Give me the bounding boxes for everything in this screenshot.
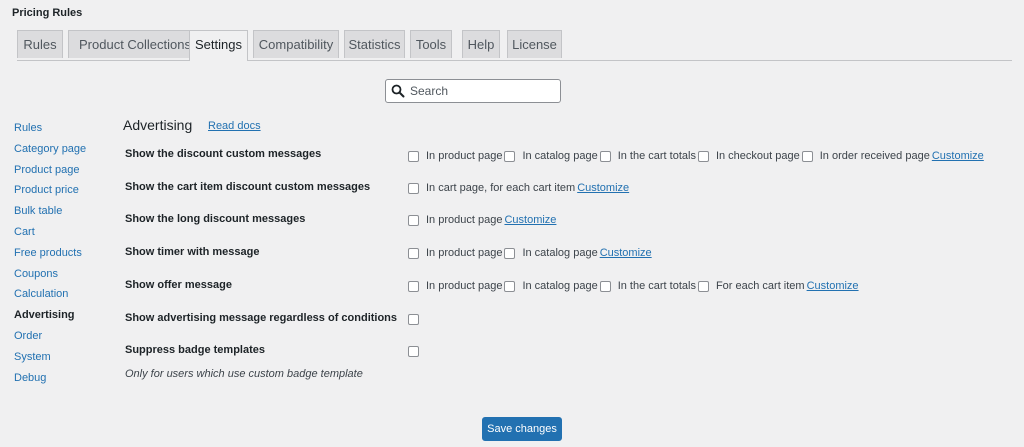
checkbox-catalog-page[interactable] bbox=[504, 150, 516, 162]
sidebar-nav: Rules Category page Product page Product… bbox=[14, 118, 114, 388]
customize-link[interactable]: Customize bbox=[504, 214, 556, 226]
setting-controls-long-discount-messages: In product page Customize bbox=[408, 212, 556, 228]
tab-rules[interactable]: Rules bbox=[17, 30, 63, 58]
tab-statistics[interactable]: Statistics bbox=[344, 30, 405, 58]
checkbox-product-page[interactable] bbox=[408, 150, 419, 162]
setting-label-offer-message: Show offer message bbox=[125, 279, 232, 291]
option-label: In cart page, for each cart item bbox=[426, 182, 576, 194]
sidebar-item-advertising[interactable]: Advertising bbox=[14, 305, 114, 326]
checkbox-advertising-regardless[interactable] bbox=[408, 313, 419, 325]
checkbox-cart-totals[interactable] bbox=[599, 280, 611, 292]
setting-controls-suppress-badge bbox=[408, 343, 426, 359]
sidebar-item-cart[interactable]: Cart bbox=[14, 222, 114, 243]
setting-label-advertising-regardless: Show advertising message regardless of c… bbox=[125, 312, 398, 324]
tab-compatibility[interactable]: Compatibility bbox=[253, 30, 339, 58]
option-label: In product page bbox=[426, 214, 503, 226]
customize-link[interactable]: Customize bbox=[932, 150, 984, 162]
search-box[interactable] bbox=[385, 79, 561, 103]
checkbox-suppress-badge[interactable] bbox=[408, 345, 419, 357]
setting-label-timer-message: Show timer with message bbox=[125, 246, 260, 258]
option-label: In checkout page bbox=[715, 150, 800, 162]
setting-label-cart-item-messages: Show the cart item discount custom messa… bbox=[125, 181, 371, 193]
option-label: In the cart totals bbox=[617, 280, 696, 292]
search-icon bbox=[391, 84, 405, 98]
checkbox-order-received-page[interactable] bbox=[801, 150, 813, 162]
sidebar-item-category-page[interactable]: Category page bbox=[14, 139, 114, 160]
option-label: In catalog page bbox=[522, 247, 598, 259]
checkbox-cart-totals[interactable] bbox=[599, 150, 611, 162]
checkbox-each-cart-item[interactable] bbox=[697, 280, 709, 292]
setting-note-badge: Only for users which use custom badge te… bbox=[125, 368, 363, 380]
sidebar-item-coupons[interactable]: Coupons bbox=[14, 264, 114, 285]
customize-link[interactable]: Customize bbox=[600, 247, 652, 259]
checkbox-product-page[interactable] bbox=[408, 247, 419, 259]
checkbox-checkout-page[interactable] bbox=[697, 150, 709, 162]
sidebar-item-product-price[interactable]: Product price bbox=[14, 180, 114, 201]
setting-controls-discount-messages: In product page In catalog page In the c… bbox=[408, 148, 984, 164]
setting-controls-offer-message: In product page In catalog page In the c… bbox=[408, 278, 859, 294]
sidebar-item-debug[interactable]: Debug bbox=[14, 368, 114, 389]
search-input[interactable] bbox=[410, 82, 556, 100]
section-title: Advertising bbox=[123, 117, 193, 133]
sidebar-item-calculation[interactable]: Calculation bbox=[14, 284, 114, 305]
setting-controls-advertising-regardless bbox=[408, 311, 426, 327]
sidebar-item-free-products[interactable]: Free products bbox=[14, 243, 114, 264]
setting-controls-cart-item-messages: In cart page, for each cart item Customi… bbox=[408, 180, 629, 196]
checkbox-catalog-page[interactable] bbox=[504, 280, 516, 292]
sidebar-item-product-page[interactable]: Product page bbox=[14, 160, 114, 181]
customize-link[interactable]: Customize bbox=[577, 182, 629, 194]
option-label: In product page bbox=[426, 247, 503, 259]
tab-product-collections[interactable]: Product Collections bbox=[68, 30, 202, 58]
tab-license[interactable]: License bbox=[507, 30, 562, 58]
sidebar-item-order[interactable]: Order bbox=[14, 326, 114, 347]
setting-label-suppress-badge: Suppress badge templates bbox=[125, 344, 265, 356]
tab-settings[interactable]: Settings bbox=[189, 30, 248, 61]
page-title: Pricing Rules bbox=[12, 7, 83, 19]
setting-label-discount-messages: Show the discount custom messages bbox=[125, 148, 322, 160]
tab-tools[interactable]: Tools bbox=[410, 30, 452, 58]
sidebar-item-system[interactable]: System bbox=[14, 347, 114, 368]
setting-label-long-discount-messages: Show the long discount messages bbox=[125, 213, 306, 225]
checkbox-product-page[interactable] bbox=[408, 280, 419, 292]
checkbox-product-page[interactable] bbox=[408, 214, 419, 226]
save-changes-button[interactable]: Save changes bbox=[482, 417, 562, 441]
checkbox-catalog-page[interactable] bbox=[504, 247, 516, 259]
option-label: For each cart item bbox=[715, 280, 805, 292]
setting-controls-timer-message: In product page In catalog page Customiz… bbox=[408, 245, 652, 261]
tab-help[interactable]: Help bbox=[462, 30, 500, 58]
tab-bar: Rules Product Collections Settings Compa… bbox=[17, 30, 1012, 61]
sidebar-item-bulk-table[interactable]: Bulk table bbox=[14, 201, 114, 222]
sidebar-item-rules[interactable]: Rules bbox=[14, 118, 114, 139]
checkbox-cart-page-each-item[interactable] bbox=[408, 182, 419, 194]
option-label: In product page bbox=[426, 280, 503, 292]
option-label: In catalog page bbox=[522, 280, 598, 292]
option-label: In the cart totals bbox=[617, 150, 696, 162]
read-docs-link[interactable]: Read docs bbox=[208, 120, 261, 132]
option-label: In catalog page bbox=[522, 150, 598, 162]
option-label: In order received page bbox=[819, 150, 930, 162]
customize-link[interactable]: Customize bbox=[807, 280, 859, 292]
option-label: In product page bbox=[426, 150, 503, 162]
